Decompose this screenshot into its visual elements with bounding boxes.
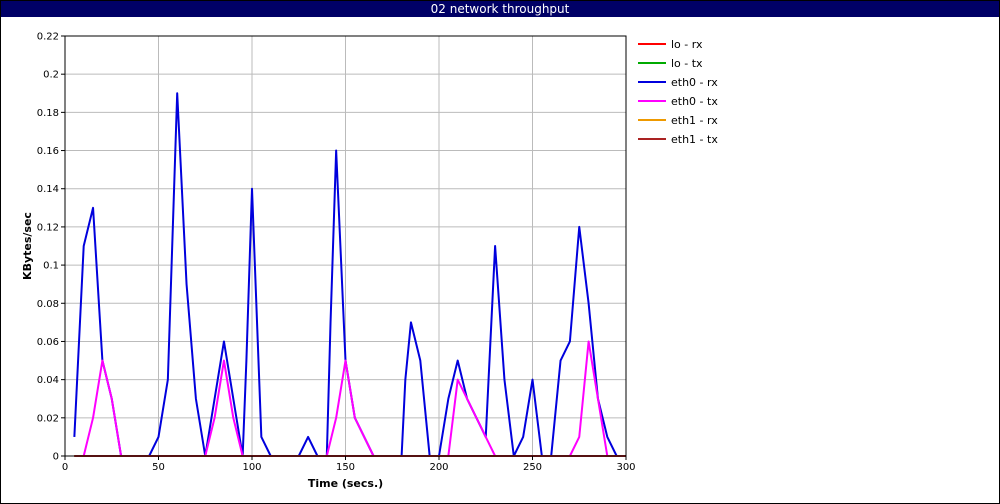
y-axis-label: KBytes/sec <box>21 212 34 280</box>
y-tick-label-8: 0.16 <box>37 146 59 157</box>
y-tick-label-10: 0.2 <box>43 70 59 81</box>
network-throughput-chart: 0 50 100 150 200 250 300 0 0.02 0.04 0.06 0.08 0.1 0.… <box>21 32 718 491</box>
x-tick-label-4: 200 <box>429 462 448 473</box>
y-tick-label-4: 0.08 <box>37 299 59 310</box>
legend-label-lo-tx: lo - tx <box>671 57 703 70</box>
grid-lines <box>65 35 627 456</box>
y-tick-label-1: 0.02 <box>37 413 59 424</box>
y-tick-label-9: 0.18 <box>37 108 59 119</box>
legend-label-eth1-tx: eth1 - tx <box>671 133 718 146</box>
x-tick-label-5: 250 <box>523 462 542 473</box>
x-tick-label-2: 100 <box>242 462 261 473</box>
x-tick-label-1: 50 <box>152 462 165 473</box>
legend-label-eth1-rx: eth1 - rx <box>671 114 718 127</box>
x-tick-label-3: 150 <box>336 462 355 473</box>
legend-label-eth0-rx: eth0 - rx <box>671 76 718 89</box>
legend-label-lo-rx: lo - rx <box>671 38 703 51</box>
x-tick-label-6: 300 <box>616 462 635 473</box>
y-tick-label-5: 0.1 <box>43 261 59 272</box>
x-tick-label-0: 0 <box>62 462 68 473</box>
x-axis-label: Time (secs.) <box>308 477 383 490</box>
series-line-eth0-rx <box>73 92 626 457</box>
y-tick-label-11: 0.22 <box>37 32 59 43</box>
y-tick-label-3: 0.06 <box>37 337 59 348</box>
legend-label-eth0-tx: eth0 - tx <box>671 95 718 108</box>
legend: lo - rx lo - tx eth0 - rx eth0 - tx eth1 - r… <box>638 38 718 146</box>
tick-labels: 0 50 100 150 200 250 300 0 0.02 0.04 0.06 0.08 0.1 0.… <box>37 32 636 474</box>
y-tick-label-7: 0.14 <box>37 184 59 195</box>
y-tick-label-2: 0.04 <box>37 375 59 386</box>
y-tick-label-0: 0 <box>53 452 59 463</box>
series-lines <box>73 92 626 457</box>
y-tick-label-6: 0.12 <box>37 222 59 233</box>
